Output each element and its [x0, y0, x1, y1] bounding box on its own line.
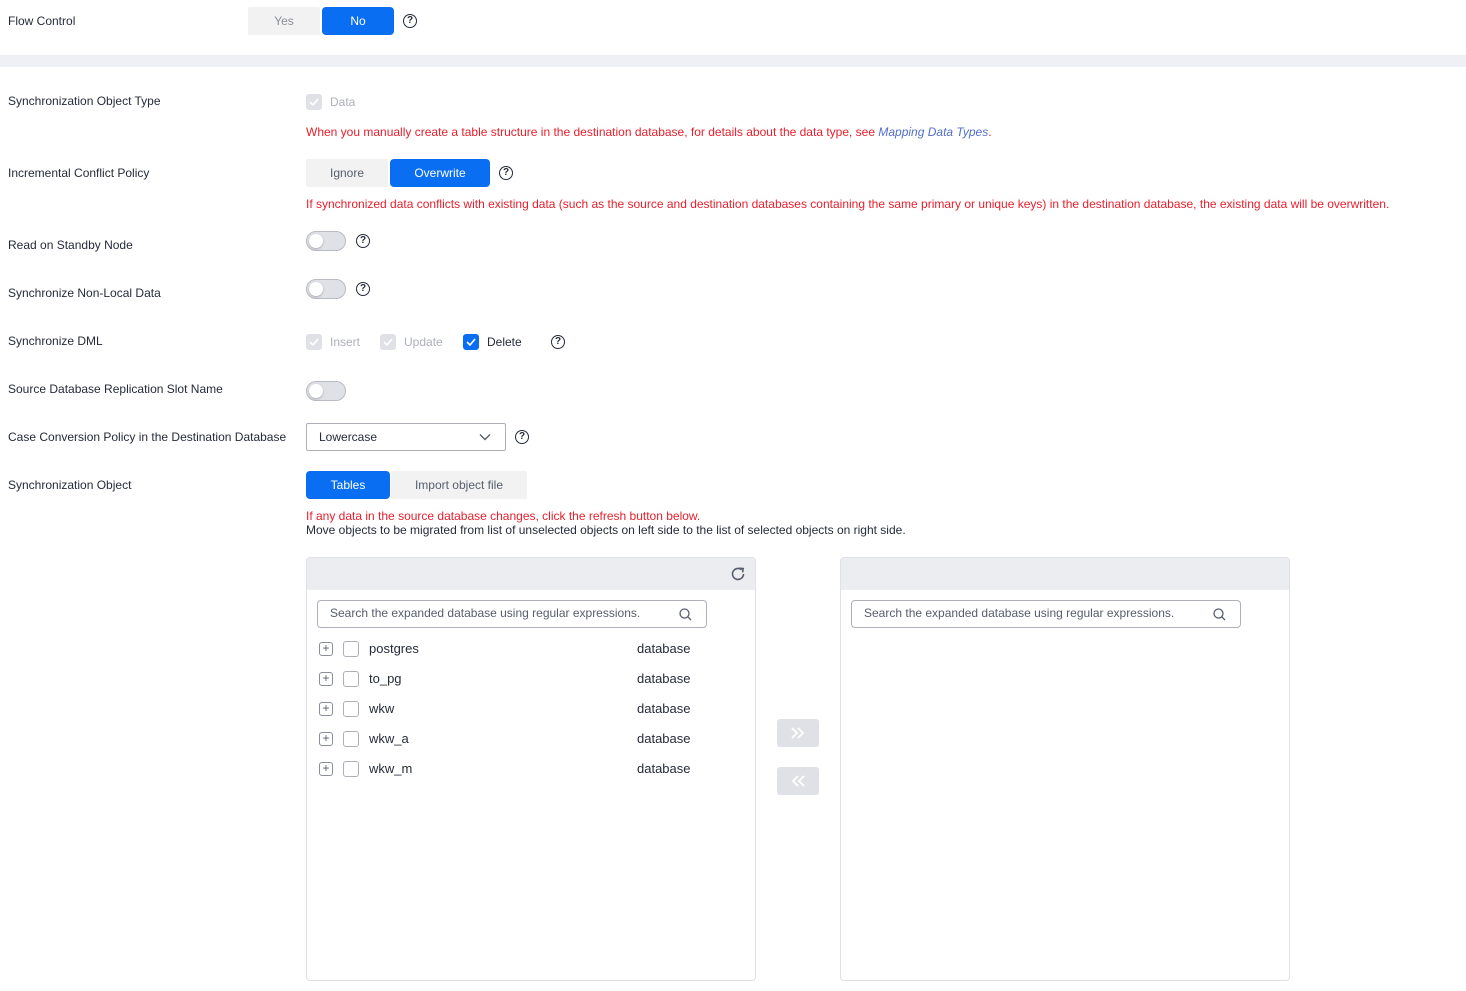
help-icon[interactable]: ?	[551, 335, 565, 349]
read-standby-label: Read on Standby Node	[8, 238, 133, 252]
db-type: database	[637, 641, 691, 656]
right-search-box[interactable]	[851, 600, 1241, 628]
sync-object-type-label: Synchronization Object Type	[8, 94, 161, 108]
db-name: wkw	[369, 701, 395, 716]
expand-plus-icon[interactable]: +	[319, 762, 333, 776]
conflict-policy-note: If synchronized data conflicts with exis…	[306, 197, 1390, 211]
list-item[interactable]: + wkw_m database	[317, 754, 697, 784]
data-type-note: When you manually create a table structu…	[306, 125, 992, 139]
sync-dml-label: Synchronize DML	[8, 334, 103, 348]
help-icon[interactable]: ?	[515, 430, 529, 444]
db-name: to_pg	[369, 671, 402, 686]
right-search-input[interactable]	[864, 606, 1204, 620]
panel-header	[841, 558, 1289, 590]
sync-nonlocal-toggle[interactable]	[306, 279, 346, 299]
delete-checkbox[interactable]	[463, 334, 479, 350]
row-checkbox[interactable]	[343, 641, 359, 657]
list-item[interactable]: + wkw_a database	[317, 724, 697, 754]
conflict-ignore-button[interactable]: Ignore	[306, 159, 388, 187]
update-checkbox	[380, 334, 396, 350]
move-objects-note: Move objects to be migrated from list of…	[306, 523, 906, 537]
check-icon	[466, 338, 476, 346]
sync-nonlocal-label: Synchronize Non-Local Data	[8, 286, 161, 300]
data-checkbox	[306, 94, 322, 110]
expand-plus-icon[interactable]: +	[319, 702, 333, 716]
help-icon[interactable]: ?	[356, 234, 370, 248]
refresh-icon[interactable]	[729, 565, 747, 583]
tab-import-object-file[interactable]: Import object file	[391, 471, 527, 499]
panel-header	[307, 558, 755, 590]
conflict-overwrite-button[interactable]: Overwrite	[390, 159, 490, 187]
double-chevron-left-icon	[791, 775, 805, 787]
list-item[interactable]: + wkw database	[317, 694, 697, 724]
check-icon	[383, 338, 393, 346]
data-checkbox-label: Data	[330, 95, 356, 109]
case-policy-value: Lowercase	[319, 430, 378, 444]
chevron-down-icon	[479, 434, 491, 441]
sync-object-label: Synchronization Object	[8, 478, 132, 492]
row-checkbox[interactable]	[343, 731, 359, 747]
replication-slot-label: Source Database Replication Slot Name	[8, 382, 223, 396]
delete-label[interactable]: Delete	[487, 334, 522, 350]
case-policy-select[interactable]: Lowercase	[306, 423, 506, 451]
db-type: database	[637, 701, 691, 716]
update-label: Update	[404, 335, 443, 349]
flow-control-no-button[interactable]: No	[322, 7, 394, 35]
tab-tables[interactable]: Tables	[306, 471, 390, 499]
expand-plus-icon[interactable]: +	[319, 732, 333, 746]
list-item[interactable]: + postgres database	[317, 634, 697, 664]
db-name: postgres	[369, 641, 419, 656]
check-icon	[309, 338, 319, 346]
expand-plus-icon[interactable]: +	[319, 642, 333, 656]
db-type: database	[637, 671, 691, 686]
insert-label: Insert	[330, 335, 361, 349]
insert-checkbox	[306, 334, 322, 350]
db-type: database	[637, 731, 691, 746]
search-icon[interactable]	[679, 608, 692, 621]
help-icon[interactable]: ?	[499, 166, 513, 180]
read-standby-toggle[interactable]	[306, 231, 346, 251]
db-type: database	[637, 761, 691, 776]
move-right-button[interactable]	[777, 719, 819, 747]
check-icon	[309, 98, 319, 106]
double-chevron-right-icon	[791, 727, 805, 739]
replication-slot-toggle[interactable]	[306, 381, 346, 401]
db-name: wkw_m	[369, 761, 413, 776]
unselected-objects-panel: + postgres database + to_pg database + w…	[306, 557, 756, 981]
selected-objects-panel	[840, 557, 1290, 981]
conflict-policy-label: Incremental Conflict Policy	[8, 166, 150, 180]
db-name: wkw_a	[369, 731, 409, 746]
left-search-input[interactable]	[330, 606, 670, 620]
case-policy-label: Case Conversion Policy in the Destinatio…	[8, 430, 287, 444]
search-icon[interactable]	[1213, 608, 1226, 621]
row-checkbox[interactable]	[343, 671, 359, 687]
list-item[interactable]: + to_pg database	[317, 664, 697, 694]
row-checkbox[interactable]	[343, 761, 359, 777]
flow-control-yes-button[interactable]: Yes	[248, 7, 320, 35]
row-checkbox[interactable]	[343, 701, 359, 717]
section-divider	[0, 55, 1466, 67]
move-left-button[interactable]	[777, 767, 819, 795]
expand-plus-icon[interactable]: +	[319, 672, 333, 686]
mapping-data-types-link[interactable]: Mapping Data Types	[878, 125, 988, 139]
help-icon[interactable]: ?	[356, 282, 370, 296]
flow-control-label: Flow Control	[8, 14, 76, 28]
help-icon[interactable]: ?	[403, 14, 417, 28]
left-search-box[interactable]	[317, 600, 707, 628]
